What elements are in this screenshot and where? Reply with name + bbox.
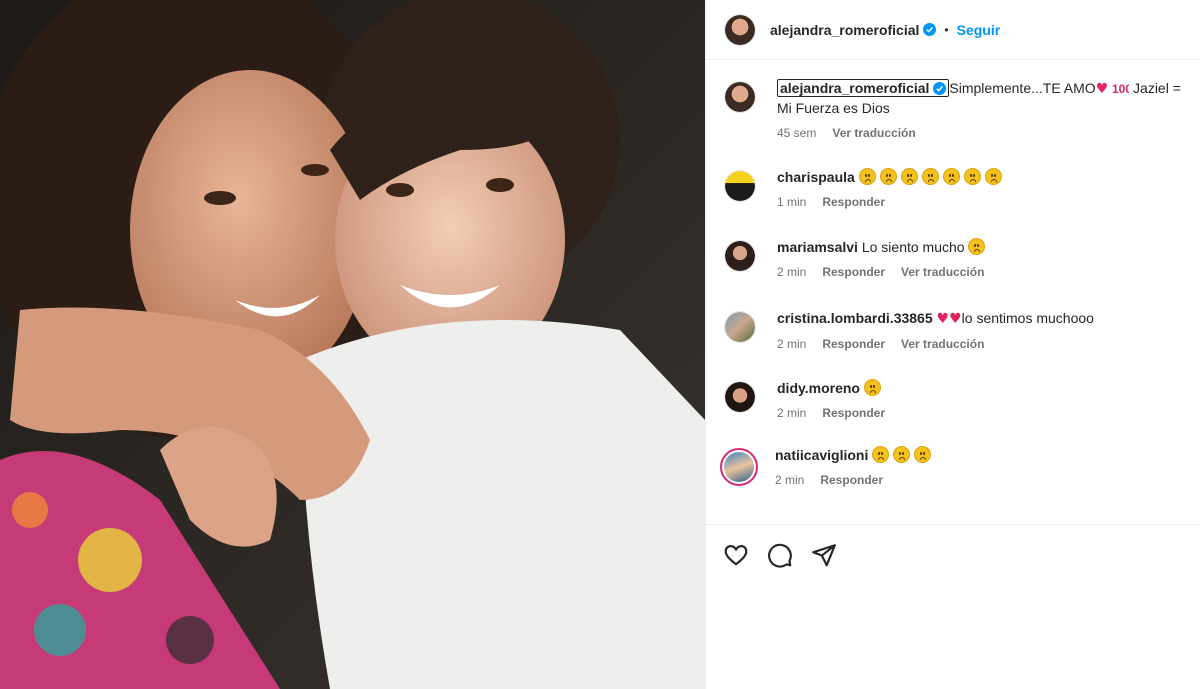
comment-time[interactable]: 1 min — [777, 195, 806, 209]
comment-time[interactable]: 2 min — [777, 337, 806, 351]
sad-face-emojis — [858, 168, 1006, 185]
comment-item: cristina.lombardi.33865 ♥♥lo sentimos mu… — [724, 309, 1194, 351]
hundred-points-icon: 100 — [1112, 82, 1132, 96]
comment-item: didy.moreno 2 min Responder — [724, 379, 1194, 420]
separator-dot: • — [944, 22, 949, 37]
author-username[interactable]: alejandra_romeroficial — [770, 22, 919, 38]
reply-button[interactable]: Responder — [822, 406, 885, 420]
caption-text: alejandra_romeroficial Simplemente...TE A… — [777, 79, 1194, 118]
comment-username[interactable]: mariamsalvi — [777, 239, 858, 255]
heart-icon: ♥ — [1095, 81, 1109, 97]
verified-badge-icon — [933, 82, 947, 95]
comment-username[interactable]: didy.moreno — [777, 380, 860, 396]
post-actions — [706, 524, 1200, 584]
post-photo — [0, 0, 705, 689]
translate-link[interactable]: Ver traducción — [832, 126, 915, 140]
comment-item: mariamsalvi Lo siento mucho 2 min Respon… — [724, 238, 1194, 279]
comment-text: Lo siento mucho — [861, 239, 965, 255]
caption-body: Simplemente...TE AMO — [949, 80, 1096, 96]
sad-face-emojis — [872, 446, 935, 463]
translate-link[interactable]: Ver traducción — [901, 265, 984, 279]
caption: alejandra_romeroficial Simplemente...TE A… — [724, 79, 1194, 140]
caption-username[interactable]: alejandra_romeroficial — [777, 79, 950, 97]
post-header: alejandra_romeroficial • Seguir — [706, 0, 1200, 60]
heart-icon: ♥ — [936, 311, 950, 327]
post-image — [0, 0, 705, 689]
commenter-avatar[interactable] — [724, 170, 756, 202]
verified-badge-icon — [923, 23, 937, 36]
caption-time[interactable]: 45 sem — [777, 126, 816, 140]
reply-button[interactable]: Responder — [822, 195, 885, 209]
comment-username[interactable]: cristina.lombardi.33865 — [777, 310, 933, 326]
reply-button[interactable]: Responder — [820, 473, 883, 487]
comment-time[interactable]: 2 min — [775, 473, 804, 487]
commenter-avatar-story[interactable] — [720, 448, 758, 486]
reply-button[interactable]: Responder — [822, 337, 885, 351]
sad-face-emoji — [863, 379, 881, 396]
comment-time[interactable]: 2 min — [777, 265, 806, 279]
translate-link[interactable]: Ver traducción — [901, 337, 984, 351]
share-icon[interactable] — [811, 542, 837, 568]
comment-username[interactable]: natiicaviglioni — [775, 447, 868, 463]
like-icon[interactable] — [723, 542, 749, 568]
comment-time[interactable]: 2 min — [777, 406, 806, 420]
post-side-panel: alejandra_romeroficial • Seguir alejandr… — [705, 0, 1200, 689]
comment-item: natiicaviglioni 2 min Responder — [720, 446, 1190, 487]
commenter-avatar[interactable] — [724, 240, 756, 272]
reply-button[interactable]: Responder — [822, 265, 885, 279]
svg-text:100: 100 — [1112, 82, 1129, 95]
sad-face-emoji — [968, 238, 986, 255]
comment-item: charispaula 1 min Responder — [724, 168, 1194, 209]
follow-button[interactable]: Seguir — [957, 22, 1001, 38]
heart-icon: ♥ — [949, 311, 962, 327]
comments-list[interactable]: alejandra_romeroficial Simplemente...TE A… — [706, 61, 1200, 523]
comment-username[interactable]: charispaula — [777, 169, 855, 185]
commenter-avatar[interactable] — [724, 381, 756, 413]
caption-meta: 45 sem Ver traducción — [777, 126, 1194, 140]
comment-icon[interactable] — [767, 542, 793, 568]
author-avatar[interactable] — [724, 81, 756, 113]
comment-text: lo sentimos muchooo — [961, 310, 1094, 326]
commenter-avatar[interactable] — [724, 311, 756, 343]
author-avatar[interactable] — [724, 13, 756, 46]
